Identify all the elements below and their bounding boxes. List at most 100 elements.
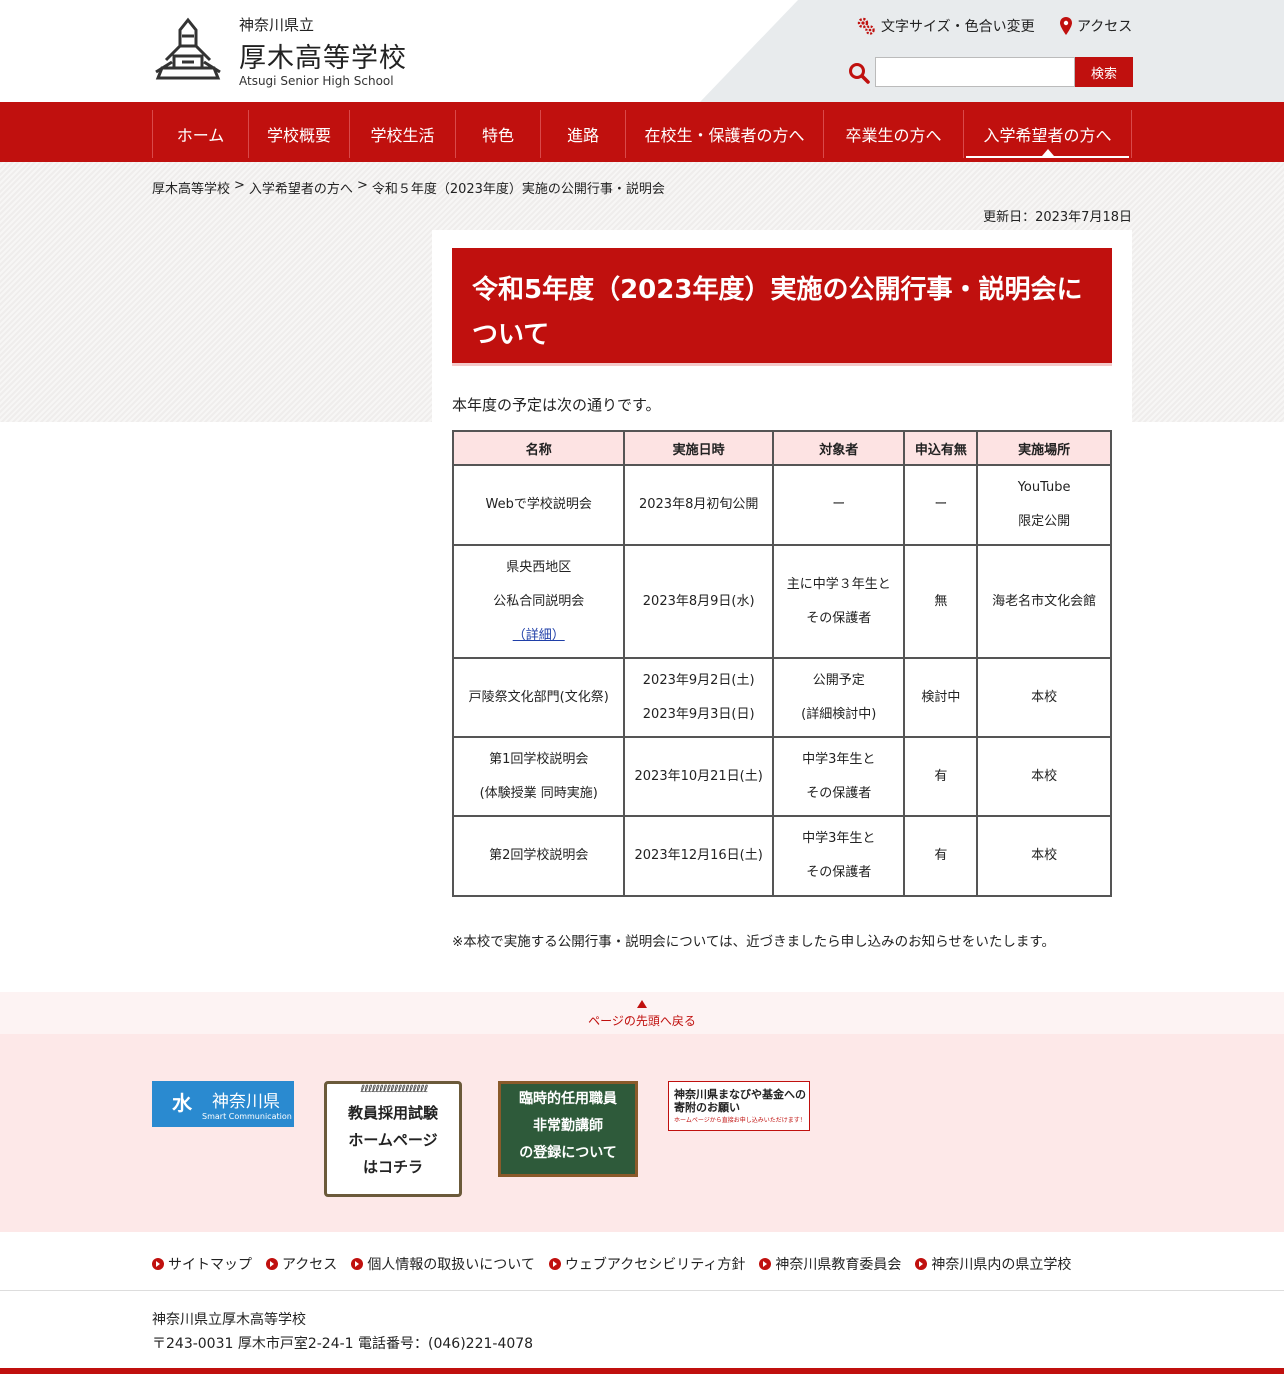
table-row: 戸陵祭文化部門(文化祭) 2023年9月2日(土) 2023年9月3日(日) 公開… [451, 657, 1112, 738]
event-apply-cell: 有 [903, 815, 979, 897]
event-name-cell: 県央西地区 公私合同説明会 （詳細） [451, 544, 626, 659]
event-date-cell: 2023年10月21日(土) [623, 736, 774, 817]
nav-item-about[interactable]: 学校概要 [248, 110, 349, 158]
table-row: Webで学校説明会 2023年8月初旬公開 ー ー YouTube 限定公開 [451, 464, 1112, 546]
breadcrumb-current: 令和５年度（2023年度）実施の公開行事・説明会 [371, 182, 665, 197]
search-icon [849, 63, 870, 84]
search-button[interactable]: 検索 [1075, 57, 1133, 87]
intro-text: 本年度の予定は次の通りです。 [452, 396, 661, 414]
access-link[interactable]: アクセス [1060, 16, 1132, 36]
arrow-up-icon [637, 1000, 647, 1008]
temporary-staff-banner[interactable]: 臨時的任用職員 非常勤講師 の登録について [498, 1081, 638, 1177]
updated-date: 更新日：2023年7月18日 [983, 210, 1132, 225]
footer-divider [0, 1290, 1284, 1291]
footer-link-accessibility[interactable]: ウェブアクセシビリティ方針 [548, 1254, 745, 1274]
event-schedule-table: 名称 実施日時 対象者 申込有無 実施場所 Webで学校説明会 2023年8月初… [451, 430, 1112, 897]
school-emblem-icon[interactable] [152, 16, 224, 84]
nav-item-school-life[interactable]: 学校生活 [349, 110, 455, 158]
event-date-cell: 2023年9月2日(土) 2023年9月3日(日) [623, 657, 774, 738]
nav-item-features[interactable]: 特色 [455, 110, 540, 158]
map-pin-icon [1060, 17, 1072, 35]
nav-item-alumni[interactable]: 卒業生の方へ [823, 110, 963, 158]
column-header: 申込有無 [903, 430, 979, 466]
column-header: 対象者 [771, 430, 906, 466]
manabiya-fund-banner[interactable]: 神奈川県まなびや基金への 寄附のお願い ホームページから直接お申し込みいただけま… [668, 1081, 810, 1131]
arrow-circle-icon [266, 1258, 278, 1270]
nav-item-applicants[interactable]: 入学希望者の方へ [963, 110, 1132, 158]
notebook-rings-icon: ℓℓℓℓℓℓℓℓℓℓℓℓℓℓℓℓℓℓ [360, 1084, 429, 1095]
footer-address-line: 〒243-0031 厚木市戸室2-24-1 電話番号：(046)221-4078 [152, 1336, 534, 1352]
gear-icon [857, 17, 875, 35]
breadcrumb: 厚木高等学校 > 入学希望者の方へ > 令和５年度（2023年度）実施の公開行事… [152, 178, 665, 197]
footer-link-access[interactable]: アクセス [266, 1254, 337, 1274]
footer-link-board-of-education[interactable]: 神奈川県教育委員会 [759, 1254, 901, 1274]
column-header: 実施日時 [623, 430, 774, 466]
nav-item-home[interactable]: ホーム [152, 110, 248, 158]
event-apply-cell: 検討中 [903, 657, 979, 738]
footer-link-privacy[interactable]: 個人情報の取扱いについて [351, 1254, 535, 1274]
event-target-cell: 公開予定 (詳細検討中) [771, 657, 906, 738]
column-header: 名称 [451, 430, 626, 466]
nav-item-career[interactable]: 進路 [540, 110, 625, 158]
event-date-cell: 2023年8月初旬公開 [623, 464, 774, 546]
site-title-en: Atsugi Senior High School [239, 74, 394, 88]
footer-address: 神奈川県立厚木高等学校 〒243-0031 厚木市戸室2-24-1 電話番号：(… [152, 1308, 533, 1356]
event-place-cell: YouTube 限定公開 [976, 464, 1112, 546]
event-target-cell: 中学3年生と その保護者 [771, 815, 906, 897]
kanagawa-prefecture-banner[interactable]: ⽔ 神奈川県 Smart Communication [152, 1081, 294, 1127]
event-place-cell: 本校 [976, 736, 1112, 817]
main-content: 令和5年度（2023年度）実施の公開行事・説明会について 本年度の予定は次の通り… [432, 230, 1132, 970]
event-date-cell: 2023年12月16日(土) [623, 815, 774, 897]
site-prefecture: 神奈川県立 [239, 16, 315, 34]
search-input[interactable] [875, 57, 1075, 87]
page-title: 令和5年度（2023年度）実施の公開行事・説明会について [452, 248, 1112, 366]
table-header-row: 名称 実施日時 対象者 申込有無 実施場所 [451, 430, 1112, 466]
table-row: 県央西地区 公私合同説明会 （詳細） 2023年8月9日(水) 主に中学３年生と その… [451, 544, 1112, 659]
footer-bar [0, 1368, 1284, 1374]
footer-link-prefectural-schools[interactable]: 神奈川県内の県立学校 [915, 1254, 1071, 1274]
breadcrumb-separator: > [356, 178, 368, 193]
arrow-circle-icon [759, 1258, 772, 1270]
event-detail-link[interactable]: （詳細） [513, 628, 565, 643]
teacher-recruitment-banner[interactable]: ℓℓℓℓℓℓℓℓℓℓℓℓℓℓℓℓℓℓ 教員採用試験 ホームページ はコチラ [324, 1081, 462, 1197]
event-apply-cell: 有 [903, 736, 979, 817]
kanagawa-logo-icon: ⽔ [172, 1091, 192, 1115]
event-name-cell: Webで学校説明会 [451, 464, 626, 546]
breadcrumb-separator: > [234, 178, 245, 193]
event-name-cell: 第1回学校説明会 (体験授業 同時実施) [451, 736, 626, 817]
footer-links: サイトマップ アクセス 個人情報の取扱いについて ウェブアクセシビリティ方針 神… [152, 1254, 1071, 1274]
arrow-circle-icon [351, 1258, 364, 1270]
nav-item-students-parents[interactable]: 在校生・保護者の方へ [625, 110, 823, 158]
event-target-cell: ー [771, 464, 906, 546]
page-top-label: ページの先頭へ戻る [588, 1014, 696, 1028]
banner-area: ⽔ 神奈川県 Smart Communication ℓℓℓℓℓℓℓℓℓℓℓℓℓ… [0, 1034, 1284, 1232]
access-label: アクセス [1077, 19, 1133, 35]
footer-link-sitemap[interactable]: サイトマップ [152, 1254, 252, 1274]
font-color-change-link[interactable]: 文字サイズ・色合い変更 [856, 16, 1035, 36]
event-place-cell: 本校 [976, 815, 1112, 897]
event-apply-cell: ー [903, 464, 979, 546]
event-apply-cell: 無 [903, 544, 979, 659]
breadcrumb-applicants[interactable]: 入学希望者の方へ [249, 178, 353, 197]
column-header: 実施場所 [976, 430, 1112, 466]
table-row: 第2回学校説明会 2023年12月16日(土) 中学3年生と その保護者 有 本校 [451, 815, 1112, 897]
site-header: 神奈川県立 厚木高等学校 Atsugi Senior High School 文… [0, 0, 1284, 102]
global-nav: ホーム 学校概要 学校生活 特色 進路 在校生・保護者の方へ 卒業生の方へ 入学… [0, 102, 1284, 162]
footer-school-name: 神奈川県立厚木高等学校 [152, 1312, 306, 1328]
site-title[interactable]: 厚木高等学校 [239, 36, 407, 75]
event-name-cell: 第2回学校説明会 [451, 815, 626, 897]
schedule-note: ※本校で実施する公開行事・説明会については、近づきましたら申し込みのお知らせをい… [452, 934, 1056, 950]
table-row: 第1回学校説明会 (体験授業 同時実施) 2023年10月21日(土) 中学3年生… [451, 736, 1112, 817]
event-target-cell: 中学3年生と その保護者 [771, 736, 906, 817]
font-color-change-label: 文字サイズ・色合い変更 [881, 19, 1035, 35]
breadcrumb-home[interactable]: 厚木高等学校 [152, 178, 230, 197]
arrow-circle-icon [152, 1258, 164, 1270]
event-place-cell: 本校 [976, 657, 1112, 738]
event-place-cell: 海老名市文化会館 [976, 544, 1112, 659]
arrow-circle-icon [915, 1258, 928, 1270]
arrow-circle-icon [548, 1258, 561, 1270]
event-name-cell: 戸陵祭文化部門(文化祭) [451, 657, 626, 738]
event-target-cell: 主に中学３年生と その保護者 [771, 544, 906, 659]
page-top-link[interactable]: ページの先頭へ戻る [0, 992, 1284, 1034]
event-date-cell: 2023年8月9日(水) [623, 544, 774, 659]
